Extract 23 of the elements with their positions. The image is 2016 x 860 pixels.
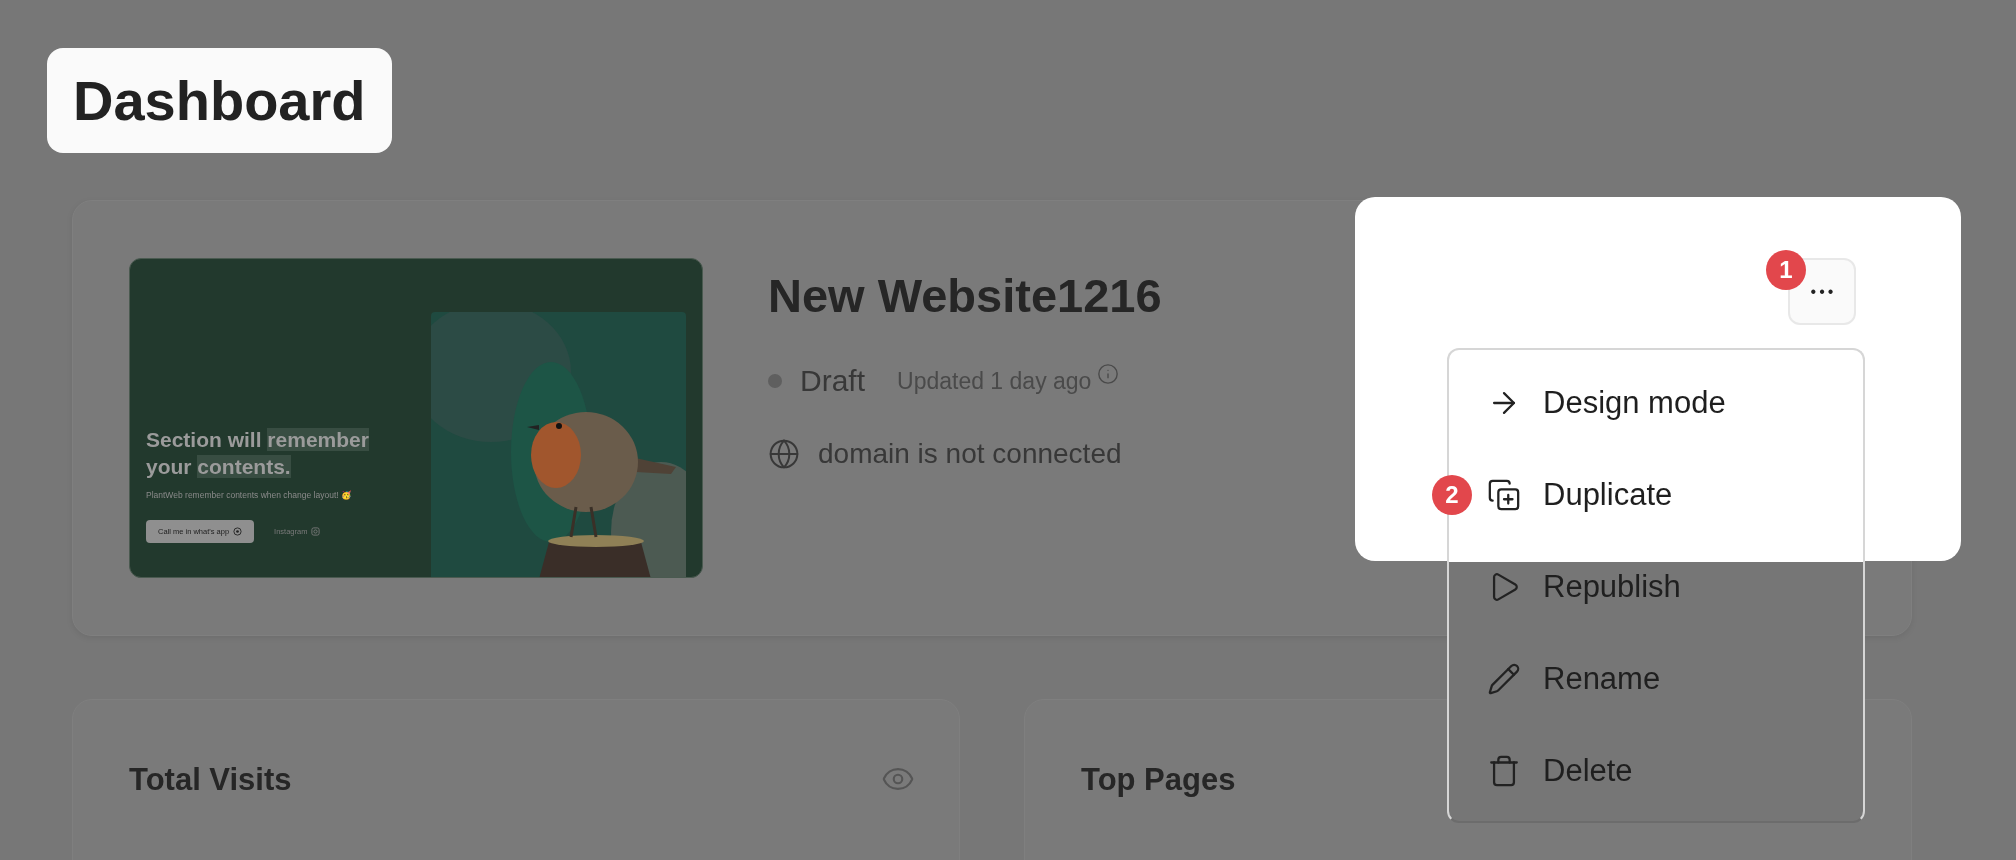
globe-icon [768,438,800,470]
menu-item[interactable]: Duplicate [1475,449,1863,541]
menu-item[interactable]: Rename [1475,633,1863,725]
menu-item[interactable]: Design mode [1475,357,1863,449]
menu-item[interactable]: Delete [1475,725,1863,817]
card-title: Top Pages [1081,762,1236,798]
chat-icon [233,527,243,536]
pencil-icon [1487,662,1521,696]
domain-status: domain is not connected [818,438,1122,470]
status-label: Draft [800,364,865,398]
website-name: New Website1216 [768,268,1162,324]
status-dot [768,374,782,388]
preview-heading: Section will remember your contents. [146,427,370,480]
menu-item[interactable]: Republish [1475,541,1863,633]
info-icon[interactable] [1097,363,1120,385]
preview-subtext: PlantWeb remember contents when change layout! 🥳 [146,490,353,500]
page-title: Dashboard [47,48,392,153]
step-badge: 1 [1766,250,1806,290]
trash-icon [1487,754,1521,788]
camera-icon [311,527,321,536]
card-title: Total Visits [129,762,292,798]
copy-plus-icon [1487,478,1521,512]
step-badge: 2 [1432,475,1472,515]
